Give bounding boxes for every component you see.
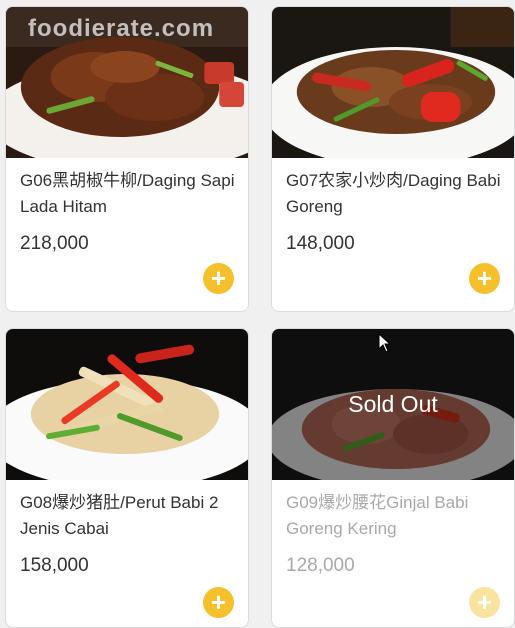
dish-price: 218,000	[20, 233, 89, 254]
mouse-cursor-icon	[378, 333, 392, 353]
plus-icon: +	[210, 586, 227, 617]
dish-photo: foodierate.com	[6, 7, 248, 158]
dish-name: G06黑胡椒牛柳/Daging Sapi Lada Hitam	[20, 171, 235, 216]
plus-icon: +	[476, 262, 493, 293]
dish-name: G07农家小炒肉/Daging Babi Goreng	[286, 171, 501, 216]
dish-photo	[6, 329, 248, 480]
add-to-cart-button-disabled: +	[469, 587, 500, 618]
plus-icon: +	[210, 262, 227, 293]
menu-item-card-sold-out: Sold Out G09爆炒腰花Ginjal Babi Goreng Kerin…	[271, 328, 515, 628]
add-to-cart-button[interactable]: +	[203, 587, 234, 618]
menu-item-card[interactable]: foodierate.com G06黑胡椒牛柳/Daging Sapi Lada…	[5, 6, 249, 312]
dish-name: G09爆炒腰花Ginjal Babi Goreng Kering	[286, 493, 469, 538]
sold-out-overlay: Sold Out	[272, 329, 514, 480]
dish-price: 128,000	[286, 555, 355, 576]
add-to-cart-button[interactable]: +	[469, 263, 500, 294]
sold-out-label: Sold Out	[348, 391, 438, 417]
dish-price: 148,000	[286, 233, 355, 254]
menu-item-card[interactable]: G08爆炒猪肚/Perut Babi 2 Jenis Cabai 158,000…	[5, 328, 249, 628]
menu-item-card[interactable]: G07农家小炒肉/Daging Babi Goreng 148,000 +	[271, 6, 515, 312]
plus-icon: +	[476, 586, 493, 617]
add-to-cart-button[interactable]: +	[203, 263, 234, 294]
dish-photo	[272, 7, 514, 158]
dish-name: G08爆炒猪肚/Perut Babi 2 Jenis Cabai	[20, 493, 219, 538]
watermark-text: foodierate.com	[28, 15, 215, 42]
dish-price: 158,000	[20, 555, 89, 576]
